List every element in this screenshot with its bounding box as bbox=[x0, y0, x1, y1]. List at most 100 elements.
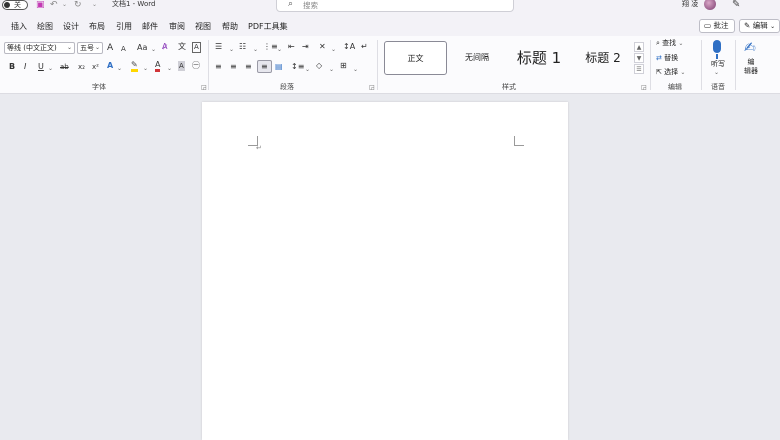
editor-icon[interactable]: ✍ bbox=[744, 40, 756, 56]
justify-button[interactable]: ≡ bbox=[257, 60, 272, 73]
numbering-icon[interactable]: ☷ bbox=[239, 42, 246, 52]
chevron-down-icon: ⌄ bbox=[680, 69, 686, 76]
font-size-combo[interactable]: 五号 ⌄ bbox=[77, 42, 103, 54]
chevron-down-icon[interactable]: ⌄ bbox=[167, 64, 172, 74]
chevron-down-icon[interactable]: ⌄ bbox=[229, 45, 234, 55]
dictate-button[interactable] bbox=[710, 40, 724, 60]
tab-help[interactable]: 帮助 bbox=[222, 21, 238, 32]
paragraph-dialog-launcher-icon[interactable]: ◲ bbox=[369, 84, 375, 91]
tab-layout[interactable]: 布局 bbox=[89, 21, 105, 32]
editor-label[interactable]: 编 辑器 bbox=[740, 58, 762, 76]
find-button[interactable]: ⌕ 查找 ⌄ bbox=[656, 39, 683, 48]
character-shading-icon[interactable]: A bbox=[178, 61, 185, 71]
replace-icon: ⇄ bbox=[656, 54, 662, 62]
chinese-layout-icon[interactable]: ✕ bbox=[319, 42, 326, 52]
search-icon: ⌕ bbox=[656, 39, 660, 47]
document-page[interactable]: ↵ bbox=[202, 102, 568, 440]
underline-button[interactable]: U bbox=[38, 62, 44, 72]
avatar[interactable] bbox=[704, 0, 716, 10]
superscript-button[interactable]: x² bbox=[92, 62, 99, 72]
chevron-down-icon[interactable]: ⌄ bbox=[331, 45, 336, 55]
edit-pencil-icon: ✎ bbox=[744, 21, 751, 30]
chevron-down-icon[interactable]: ⌄ bbox=[353, 65, 358, 75]
comments-button[interactable]: ▭ 批注 bbox=[699, 19, 735, 33]
style-no-spacing[interactable]: 无间隔 bbox=[447, 41, 507, 75]
styles-dialog-launcher-icon[interactable]: ◲ bbox=[641, 84, 647, 91]
chevron-down-icon[interactable]: ⌄ bbox=[714, 68, 719, 78]
subscript-button[interactable]: x₂ bbox=[78, 62, 85, 72]
bold-button[interactable]: B bbox=[9, 62, 15, 72]
gallery-up-icon[interactable]: ▲ bbox=[634, 42, 644, 52]
save-icon[interactable]: ▣ bbox=[36, 0, 45, 10]
tab-references[interactable]: 引用 bbox=[116, 21, 132, 32]
line-spacing-icon[interactable]: ↕≡ bbox=[291, 62, 304, 72]
sort-icon[interactable]: ↕A bbox=[343, 42, 355, 52]
tab-draw[interactable]: 绘图 bbox=[37, 21, 53, 32]
strikethrough-button[interactable]: ab bbox=[60, 62, 69, 72]
chevron-down-icon[interactable]: ⌄ bbox=[305, 65, 310, 75]
chevron-down-icon[interactable]: ⌄ bbox=[143, 64, 148, 74]
font-name-combo[interactable]: 等线 (中文正文) ⌄ bbox=[4, 42, 75, 54]
distributed-icon[interactable]: ▤ bbox=[275, 62, 283, 72]
show-marks-icon[interactable]: ↵ bbox=[361, 42, 368, 52]
style-heading-2[interactable]: 标题 2 bbox=[572, 41, 634, 75]
document-canvas[interactable]: ↵ bbox=[0, 94, 780, 440]
font-color-button[interactable]: A bbox=[155, 60, 161, 72]
style-normal[interactable]: 正文 bbox=[384, 41, 447, 75]
text-effects-icon[interactable]: A bbox=[107, 61, 113, 71]
tab-design[interactable]: 设计 bbox=[63, 21, 79, 32]
phonetic-guide-icon[interactable]: 文 bbox=[178, 42, 186, 52]
margin-corner-top-right bbox=[514, 136, 524, 146]
select-button[interactable]: ⇱ 选择 ⌄ bbox=[656, 68, 685, 77]
style-heading-1[interactable]: 标题 1 bbox=[508, 41, 570, 75]
tab-pdf-tools[interactable]: PDF工具集 bbox=[248, 21, 288, 32]
align-left-icon[interactable]: ≡ bbox=[215, 62, 222, 72]
tab-view[interactable]: 视图 bbox=[195, 21, 211, 32]
chevron-down-icon[interactable]: ⌄ bbox=[48, 64, 53, 74]
align-right-icon[interactable]: ≡ bbox=[245, 62, 252, 72]
gallery-more-icon[interactable]: ☰ bbox=[634, 64, 644, 74]
highlight-icon[interactable]: ✎ bbox=[131, 61, 138, 72]
chevron-down-icon: ⌄ bbox=[94, 44, 100, 51]
chevron-down-icon: ⌄ bbox=[770, 23, 776, 30]
chevron-down-icon[interactable]: ⌄ bbox=[253, 45, 258, 55]
chevron-down-icon[interactable]: ⌄ bbox=[151, 45, 156, 55]
gallery-down-icon[interactable]: ▼ bbox=[634, 53, 644, 63]
chevron-down-icon[interactable]: ⌄ bbox=[277, 45, 282, 55]
autosave-toggle[interactable]: 关 bbox=[2, 0, 28, 10]
character-border-icon[interactable]: A bbox=[192, 42, 201, 53]
comment-icon: ▭ bbox=[704, 21, 712, 30]
shrink-font-button[interactable]: A bbox=[121, 44, 126, 54]
align-center-icon[interactable]: ≡ bbox=[230, 62, 237, 72]
pen-icon[interactable]: ✎ bbox=[732, 0, 740, 10]
tab-review[interactable]: 审阅 bbox=[169, 21, 185, 32]
customize-qat-icon[interactable]: ⌄ bbox=[92, 0, 97, 10]
paragraph-group-label: 段落 bbox=[280, 83, 294, 91]
change-case-button[interactable]: Aa bbox=[137, 43, 147, 53]
title-bar: 关 ▣ ↶ ⌄ ↻ ⌄ 文档1 - Word ⌕ 搜索 翔 凌 ✎ bbox=[0, 0, 780, 18]
tab-mailings[interactable]: 邮件 bbox=[142, 21, 158, 32]
enclose-characters-icon[interactable]: ㊀ bbox=[192, 61, 200, 71]
user-name[interactable]: 翔 凌 bbox=[682, 0, 698, 9]
redo-icon[interactable]: ↻ bbox=[74, 0, 82, 10]
editing-mode-button[interactable]: ✎ 编辑 ⌄ bbox=[739, 19, 780, 33]
shading-icon[interactable]: ◇ bbox=[316, 61, 322, 71]
undo-icon[interactable]: ↶ bbox=[50, 0, 58, 10]
grow-font-button[interactable]: A bbox=[107, 43, 113, 53]
comments-label: 批注 bbox=[713, 21, 729, 30]
chevron-down-icon[interactable]: ⌄ bbox=[329, 65, 334, 75]
bullets-icon[interactable]: ☰ bbox=[215, 42, 222, 52]
borders-icon[interactable]: ⊞ bbox=[340, 61, 347, 71]
clear-formatting-icon[interactable]: A̷ bbox=[162, 42, 167, 52]
decrease-indent-icon[interactable]: ⇤ bbox=[288, 42, 295, 52]
chevron-down-icon[interactable]: ⌄ bbox=[117, 64, 122, 74]
font-dialog-launcher-icon[interactable]: ◲ bbox=[201, 84, 207, 91]
tab-insert[interactable]: 插入 bbox=[11, 21, 27, 32]
search-box[interactable]: ⌕ 搜索 bbox=[276, 0, 514, 12]
styles-gallery-scroll: ▲ ▼ ☰ bbox=[634, 42, 644, 74]
replace-button[interactable]: ⇄ 替换 bbox=[656, 54, 678, 63]
undo-dropdown-icon[interactable]: ⌄ bbox=[62, 0, 67, 10]
italic-button[interactable]: I bbox=[24, 62, 26, 72]
multilevel-list-icon[interactable]: ⋮≡ bbox=[263, 42, 278, 52]
increase-indent-icon[interactable]: ⇥ bbox=[302, 42, 309, 52]
